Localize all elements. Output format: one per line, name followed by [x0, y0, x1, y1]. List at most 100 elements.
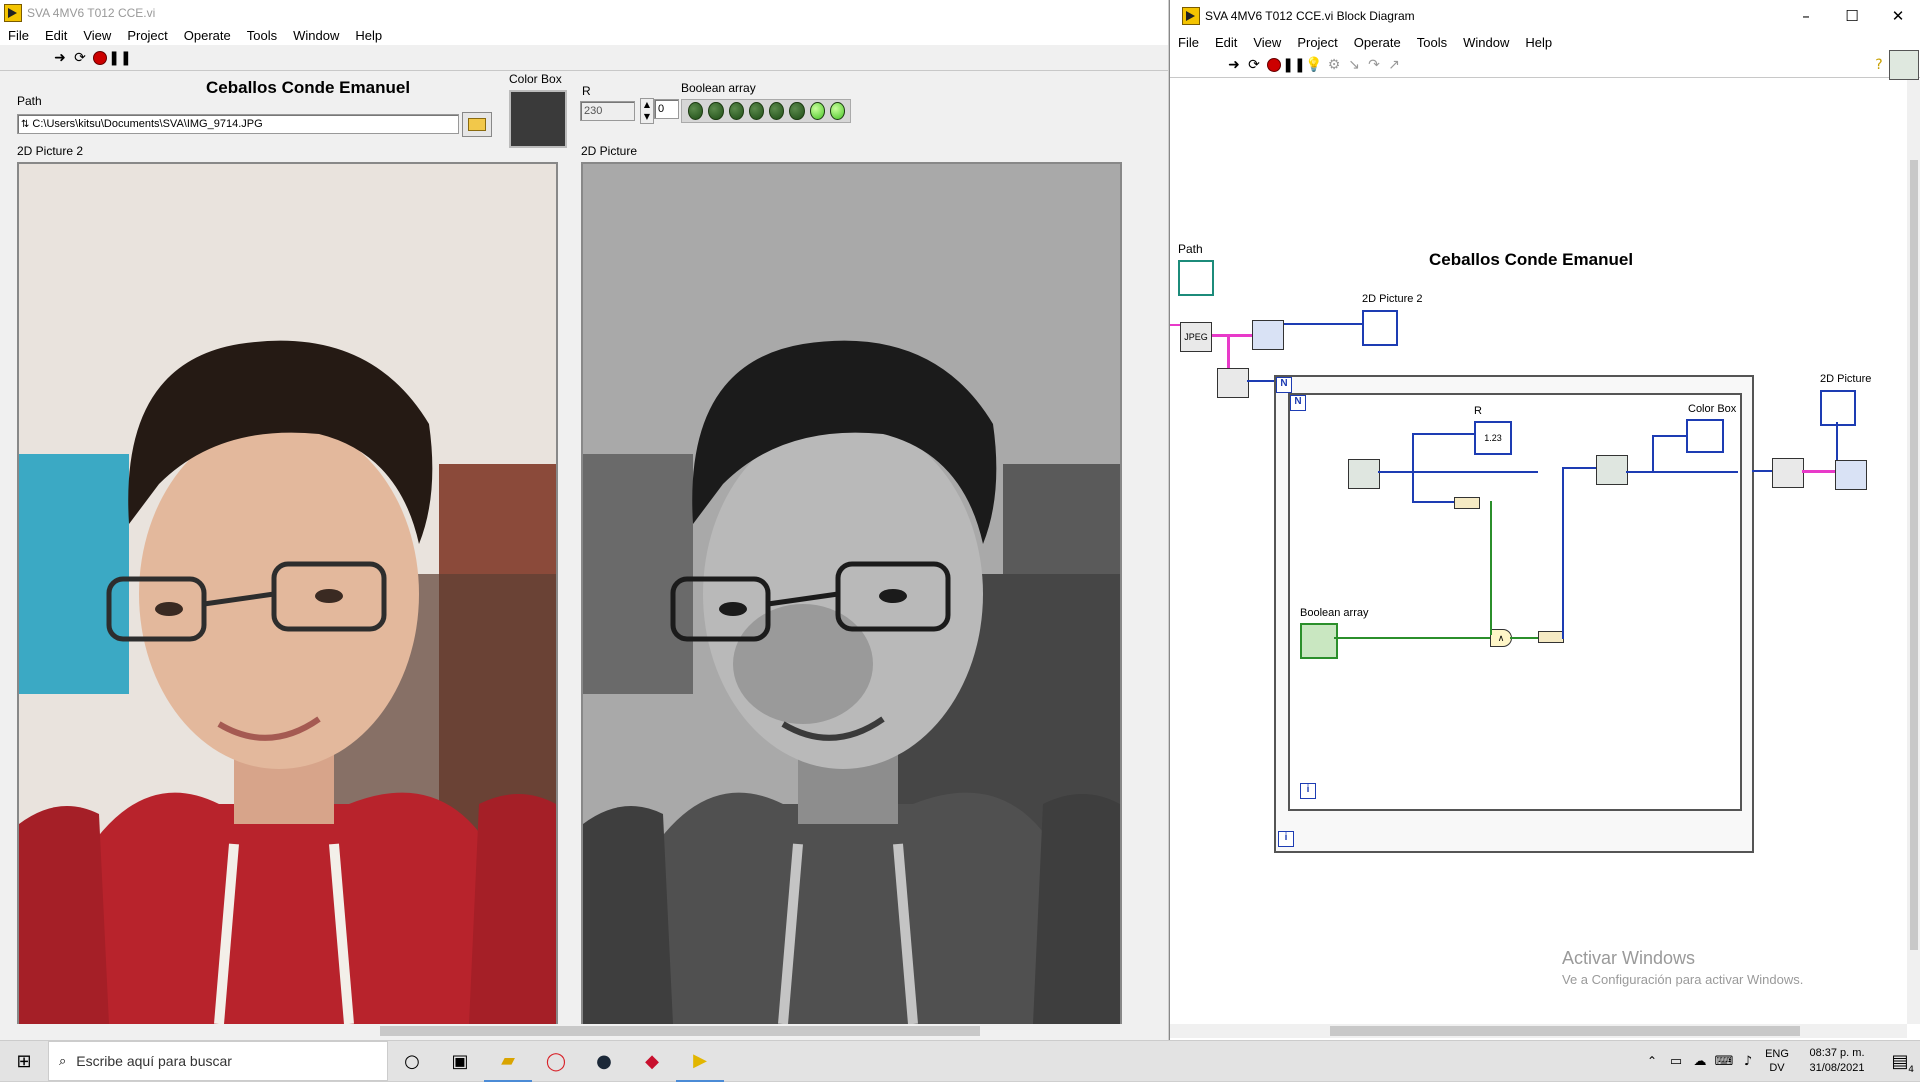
- taskbar-search-placeholder: Escribe aquí para buscar: [76, 1053, 232, 1069]
- labview-app-icon-bd: [1182, 7, 1200, 25]
- picture-terminal[interactable]: [1820, 390, 1856, 426]
- front-panel-horizontal-scrollbar[interactable]: [0, 1024, 1168, 1038]
- bd-run-continuously-icon[interactable]: ⟳: [1244, 55, 1264, 75]
- run-arrow-icon[interactable]: ➜: [50, 48, 70, 68]
- search-icon: ⌕: [59, 1053, 67, 1069]
- network-icon[interactable]: ⌨: [1712, 1041, 1736, 1081]
- menu-file[interactable]: File: [0, 28, 37, 43]
- steam-icon[interactable]: ●: [580, 1041, 628, 1081]
- inner-loop-iteration-terminal: i: [1300, 783, 1316, 799]
- wire-to-color-box-up: [1652, 435, 1654, 473]
- step-over-icon[interactable]: ↷: [1364, 55, 1384, 75]
- start-button[interactable]: ⊞: [0, 1041, 48, 1081]
- color-box-label: Color Box: [509, 72, 562, 86]
- and-node[interactable]: ∧: [1490, 629, 1512, 647]
- menu-view[interactable]: View: [75, 28, 119, 43]
- context-help-icon[interactable]: ?: [1869, 55, 1889, 75]
- retain-wire-values-icon[interactable]: ⚙: [1324, 55, 1344, 75]
- pause-button[interactable]: ❚❚: [108, 48, 131, 68]
- windows-logo-icon: ⊞: [16, 1050, 32, 1072]
- bd-menu-edit[interactable]: Edit: [1207, 35, 1245, 50]
- abort-button[interactable]: [90, 48, 110, 68]
- menu-window[interactable]: Window: [285, 28, 347, 43]
- step-out-icon[interactable]: ↗: [1384, 55, 1404, 75]
- boolean-led-1: [708, 102, 724, 120]
- menu-help[interactable]: Help: [347, 28, 390, 43]
- menu-operate[interactable]: Operate: [176, 28, 239, 43]
- array-index-input[interactable]: 0: [654, 99, 679, 119]
- menu-tools[interactable]: Tools: [239, 28, 285, 43]
- outer-loop-count-terminal[interactable]: N: [1276, 377, 1292, 393]
- bd-menu-operate[interactable]: Operate: [1346, 35, 1409, 50]
- greater-or-equal-node[interactable]: [1454, 497, 1480, 509]
- wire-color-out: [1626, 471, 1738, 473]
- bd-menu-project[interactable]: Project: [1289, 35, 1345, 50]
- bd-boolean-array-label: Boolean array: [1300, 607, 1369, 619]
- cortana-icon[interactable]: ○: [388, 1041, 436, 1081]
- path-input[interactable]: ⇅ C:\Users\kitsu\Documents\SVA\IMG_9714.…: [17, 114, 459, 134]
- highlight-execution-icon[interactable]: 💡: [1304, 55, 1324, 75]
- picture2-terminal[interactable]: [1362, 310, 1398, 346]
- select-node[interactable]: [1538, 631, 1564, 643]
- taskbar-search-box[interactable]: ⌕ Escribe aquí para buscar: [48, 1041, 388, 1081]
- front-panel-scroll-thumb[interactable]: [380, 1026, 980, 1036]
- wire-draw-to-picture: [1836, 422, 1838, 460]
- inner-for-loop: N i R 1.23 ∧ Boolean array Color Box: [1288, 393, 1742, 811]
- bd-abort-button[interactable]: [1264, 55, 1284, 75]
- path-terminal[interactable]: [1178, 260, 1214, 296]
- show-hidden-icons-icon[interactable]: ⌃: [1640, 1041, 1664, 1081]
- folder-icon: [468, 118, 486, 131]
- browse-button[interactable]: [462, 112, 492, 137]
- bd-menu-view[interactable]: View: [1245, 35, 1289, 50]
- index-spinner[interactable]: ▲ ▼: [640, 98, 654, 124]
- unflatten-pixmap-node[interactable]: [1217, 368, 1249, 398]
- taskbar-clock[interactable]: 08:37 p. m. 31/08/2021: [1794, 1046, 1880, 1076]
- inner-loop-count-terminal[interactable]: N: [1290, 395, 1306, 411]
- step-into-icon[interactable]: ↘: [1344, 55, 1364, 75]
- bd-r-label: R: [1474, 405, 1482, 417]
- volume-icon[interactable]: ♪: [1736, 1041, 1760, 1081]
- bd-stop-icon: [1267, 57, 1281, 72]
- input-language-indicator[interactable]: ENG DV: [1760, 1047, 1794, 1075]
- bd-menu-window[interactable]: Window: [1455, 35, 1517, 50]
- block-diagram-vscroll-thumb[interactable]: [1910, 160, 1918, 950]
- rgb-to-color-node[interactable]: [1596, 455, 1628, 485]
- file-explorer-icon[interactable]: ▰: [484, 1040, 532, 1082]
- notification-center-button[interactable]: ▤ 4: [1880, 1041, 1920, 1081]
- block-diagram-vertical-scrollbar[interactable]: [1907, 80, 1920, 1024]
- boolean-led-5: [789, 102, 805, 120]
- acrobat-icon[interactable]: ◆: [628, 1041, 676, 1081]
- labview-taskbar-icon[interactable]: ▶: [676, 1040, 724, 1082]
- r-terminal[interactable]: 1.23: [1474, 421, 1512, 455]
- bd-menu-help[interactable]: Help: [1517, 35, 1560, 50]
- bd-pause-button[interactable]: ❚❚: [1282, 55, 1305, 75]
- draw-flattened-pixmap-node-2[interactable]: [1835, 460, 1867, 490]
- onedrive-icon[interactable]: ☁: [1688, 1041, 1712, 1081]
- menu-edit[interactable]: Edit: [37, 28, 75, 43]
- maximize-icon[interactable]: ☐: [1829, 0, 1875, 32]
- language-code: ENG: [1765, 1048, 1789, 1060]
- picture-display: [581, 162, 1122, 1026]
- bd-menu-file[interactable]: File: [1170, 35, 1207, 50]
- block-diagram-hscroll-thumb[interactable]: [1330, 1026, 1800, 1036]
- block-diagram-horizontal-scrollbar[interactable]: [1170, 1024, 1907, 1038]
- front-panel-menubar: File Edit View Project Operate Tools Win…: [0, 25, 1168, 45]
- picture-label: 2D Picture: [581, 144, 638, 158]
- opera-icon[interactable]: ◯: [532, 1041, 580, 1081]
- meet-now-icon[interactable]: ▭: [1664, 1041, 1688, 1081]
- wire-flatten-to-draw: [1802, 470, 1835, 473]
- task-view-icon[interactable]: ▣: [436, 1041, 484, 1081]
- read-jpeg-node[interactable]: JPEG: [1180, 322, 1212, 352]
- vi-icon[interactable]: [1889, 49, 1919, 80]
- color-box-terminal[interactable]: [1686, 419, 1724, 453]
- draw-flattened-pixmap-node[interactable]: [1252, 320, 1284, 350]
- bd-run-arrow-icon[interactable]: ➜: [1224, 55, 1244, 75]
- minimize-icon[interactable]: –: [1783, 0, 1829, 32]
- menu-project[interactable]: Project: [119, 28, 175, 43]
- run-continuously-icon[interactable]: ⟳: [70, 48, 90, 68]
- flatten-pixmap-node[interactable]: [1772, 458, 1804, 488]
- bd-menu-tools[interactable]: Tools: [1409, 35, 1455, 50]
- color-to-rgb-node[interactable]: [1348, 459, 1380, 489]
- close-icon[interactable]: ✕: [1875, 0, 1920, 32]
- boolean-array-terminal[interactable]: [1300, 623, 1338, 659]
